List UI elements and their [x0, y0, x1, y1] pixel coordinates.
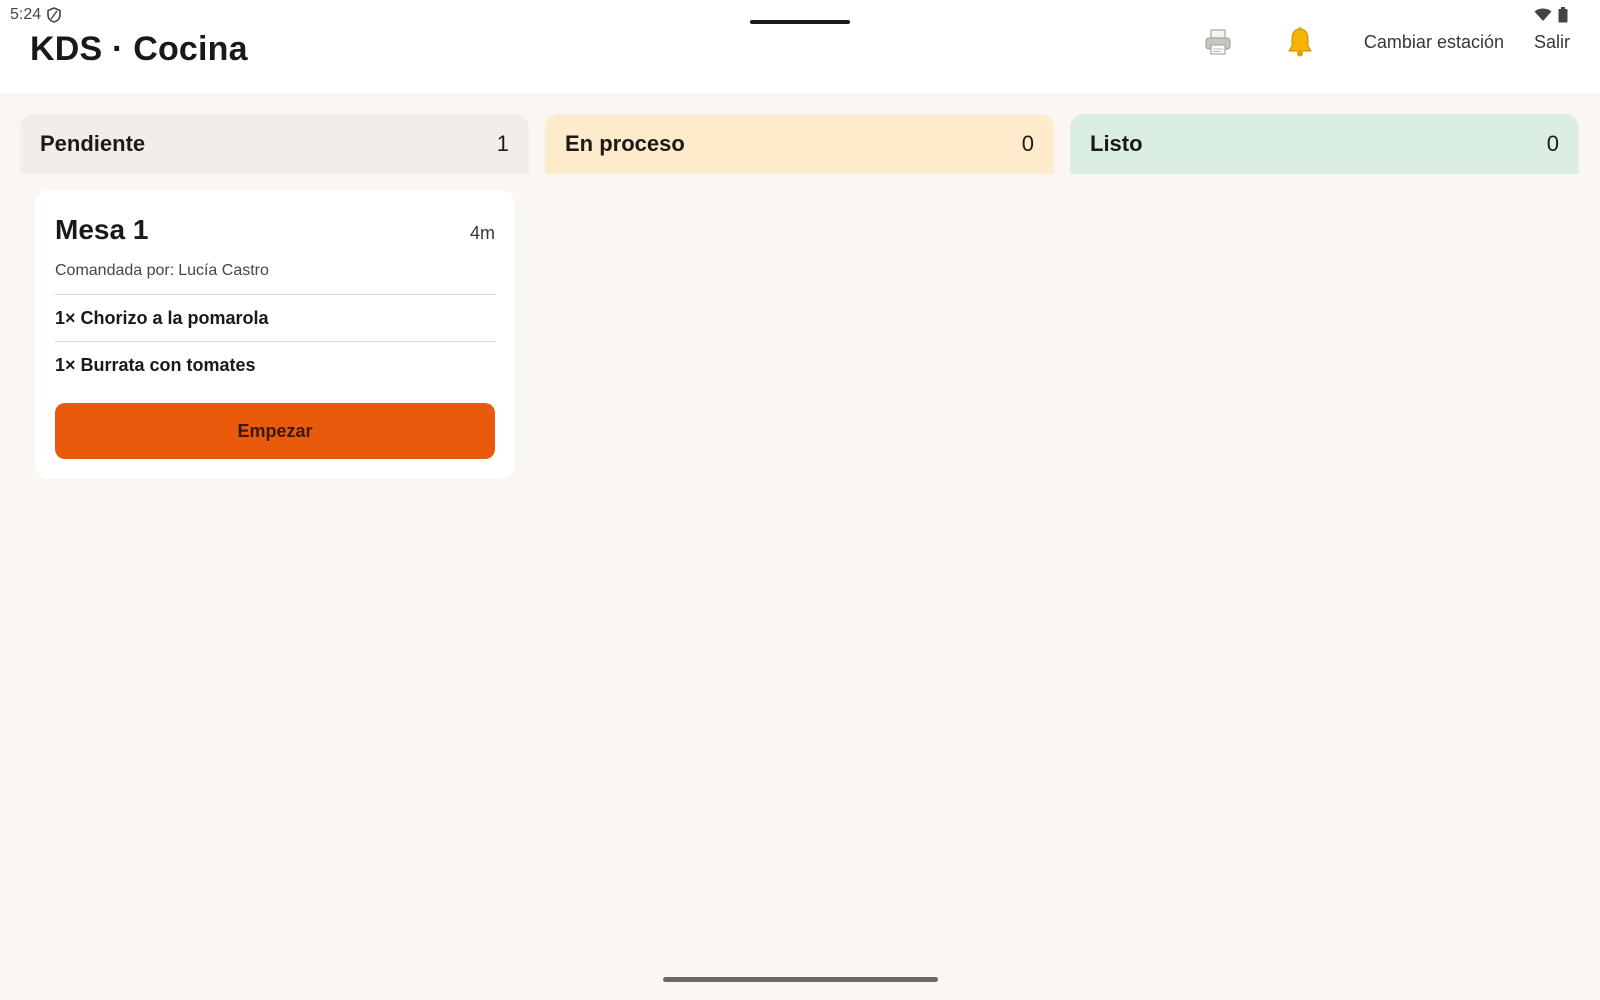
- order-card[interactable]: Mesa 1 4m Comandada por: Lucía Castro 1×…: [35, 190, 515, 479]
- order-item: 1× Burrata con tomates: [55, 355, 256, 375]
- change-station-button[interactable]: Cambiar estación: [1364, 32, 1504, 53]
- status-time-text: 5:24: [10, 6, 42, 23]
- column-header: En proceso 0: [545, 114, 1054, 174]
- column-header: Pendiente 1: [20, 114, 529, 174]
- shield-icon: [47, 7, 61, 23]
- column-in-progress: En proceso 0: [545, 114, 1054, 479]
- order-card-header: Mesa 1 4m: [55, 214, 495, 246]
- order-board: Pendiente 1 Mesa 1 4m Comandada por: Luc…: [20, 114, 1580, 479]
- start-button[interactable]: Empezar: [55, 403, 495, 459]
- column-header: Listo 0: [1070, 114, 1579, 174]
- battery-icon: [1558, 7, 1568, 28]
- column-title: En proceso: [565, 131, 685, 156]
- column-count: 1: [496, 131, 509, 156]
- order-items: 1× Chorizo a la pomarola 1× Burrata con …: [55, 294, 495, 389]
- table-name: Mesa 1: [55, 214, 149, 245]
- column-title: Listo: [1090, 131, 1143, 156]
- elapsed-time: 4m: [469, 223, 495, 243]
- column-title: Pendiente: [40, 131, 146, 156]
- wifi-icon: [1534, 8, 1552, 27]
- waiter-name: Lucía Castro: [178, 262, 269, 279]
- ordered-by-label: Comandada por:: [55, 262, 175, 279]
- top-handle: [750, 20, 850, 24]
- order-item: 1× Chorizo a la pomarola: [55, 295, 495, 342]
- ordered-by: Comandada por: Lucía Castro: [55, 262, 495, 280]
- app-title: KDS · Cocina: [30, 30, 248, 68]
- status-bar: 5:24: [0, 0, 1600, 30]
- column-count: 0: [1021, 131, 1034, 156]
- column-count: 0: [1546, 131, 1559, 156]
- column-ready: Listo 0: [1070, 114, 1579, 479]
- gesture-navigation-bar[interactable]: [663, 977, 938, 982]
- status-time: 5:24: [10, 6, 61, 24]
- column-pending: Pendiente 1 Mesa 1 4m Comandada por: Luc…: [20, 114, 529, 479]
- logout-button[interactable]: Salir: [1534, 32, 1570, 53]
- status-icons: [1534, 7, 1568, 28]
